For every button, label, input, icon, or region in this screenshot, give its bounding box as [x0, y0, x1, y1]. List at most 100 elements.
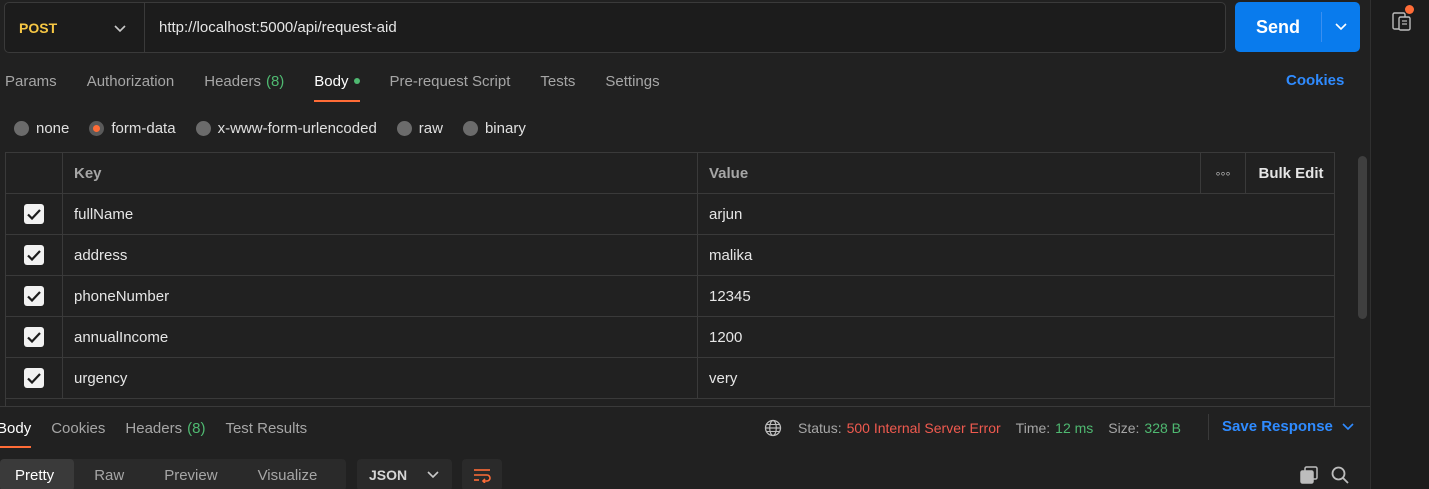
radio-raw-label: raw [418, 119, 443, 137]
chevron-down-icon [1342, 422, 1354, 431]
url-input[interactable] [145, 3, 1225, 52]
wrap-lines-button[interactable] [462, 459, 502, 489]
radio-urlencoded[interactable] [195, 120, 211, 136]
save-response-label: Save Response [1222, 418, 1333, 435]
notification-dot [1405, 5, 1414, 14]
status-label: Status: [798, 420, 842, 436]
row-value[interactable]: 1200 [698, 317, 1334, 357]
checkmark-icon [27, 290, 41, 302]
row-check-cell [6, 358, 63, 398]
response-tab-headers[interactable]: Headers (8) [125, 408, 205, 448]
tab-body[interactable]: Body [314, 60, 360, 102]
row-key[interactable]: urgency [63, 358, 698, 398]
table-row: fullName arjun [6, 194, 1334, 235]
row-checkbox[interactable] [24, 286, 44, 306]
size-label: Size: [1108, 420, 1140, 436]
row-checkbox[interactable] [24, 327, 44, 347]
response-tab-cookies[interactable]: Cookies [51, 408, 105, 448]
row-value[interactable]: very [698, 358, 1334, 398]
time-label: Time: [1015, 420, 1051, 436]
tab-params-label: Params [5, 72, 57, 90]
checkmark-icon [27, 208, 41, 220]
tab-tests[interactable]: Tests [540, 60, 575, 102]
row-checkbox[interactable] [24, 245, 44, 265]
method-select[interactable]: POST [5, 3, 145, 52]
table-row: address malika [6, 235, 1334, 276]
copy-icon[interactable] [1299, 465, 1319, 488]
body-type-form-data[interactable]: form-data [89, 119, 176, 137]
response-tab-test-results[interactable]: Test Results [225, 408, 307, 448]
tab-pre-request-script[interactable]: Pre-request Script [390, 60, 511, 102]
radio-none-label: none [36, 119, 70, 137]
radio-binary[interactable] [462, 120, 478, 136]
tab-authorization[interactable]: Authorization [87, 60, 175, 102]
row-check-cell [6, 235, 63, 275]
table-scrollbar[interactable] [1358, 156, 1367, 319]
row-key[interactable]: fullName [63, 194, 698, 234]
tab-body-label: Body [314, 72, 349, 90]
size-value[interactable]: 328 B [1144, 420, 1181, 436]
radio-none[interactable] [14, 120, 29, 136]
tab-pre-request-label: Pre-request Script [389, 72, 511, 90]
tab-headers-label: Headers [204, 72, 261, 90]
right-sidebar [1370, 0, 1429, 489]
url-bar: POST [4, 2, 1226, 53]
time-value[interactable]: 12 ms [1055, 420, 1093, 436]
view-tab-pretty[interactable]: Pretty [0, 459, 75, 489]
tab-headers[interactable]: Headers (8) [204, 60, 284, 102]
radio-raw[interactable] [396, 120, 412, 136]
send-button[interactable]: Send [1235, 2, 1360, 52]
view-tab-raw[interactable]: Raw [74, 459, 144, 489]
row-key[interactable]: address [63, 235, 698, 275]
radio-binary-label: binary [484, 119, 526, 137]
wrap-lines-icon [472, 467, 492, 483]
row-checkbox[interactable] [24, 204, 44, 224]
method-label: POST [19, 19, 58, 36]
tab-settings-label: Settings [605, 72, 660, 90]
row-key[interactable]: annualIncome [63, 317, 698, 357]
globe-icon[interactable] [764, 419, 782, 437]
response-tab-headers-label: Headers [125, 419, 183, 437]
row-value[interactable]: malika [698, 235, 1334, 275]
table-header-row: Key Value ◦◦◦ Bulk Edit [6, 153, 1334, 194]
checkmark-icon [27, 249, 41, 261]
tab-settings[interactable]: Settings [605, 60, 659, 102]
headers-count: (8) [265, 72, 285, 90]
body-type-options: none form-data x-www-form-urlencoded raw… [14, 116, 546, 140]
table-row: urgency very [6, 358, 1334, 399]
status-value[interactable]: 500 Internal Server Error [847, 420, 1001, 436]
response-view-tabs: Pretty Raw Preview Visualize [0, 459, 346, 489]
row-key[interactable]: phoneNumber [63, 276, 698, 316]
body-type-urlencoded[interactable]: x-www-form-urlencoded [195, 120, 377, 137]
tab-authorization-label: Authorization [86, 72, 175, 90]
radio-form-data[interactable] [89, 120, 105, 136]
bulk-edit-button[interactable]: Bulk Edit [1246, 153, 1334, 193]
request-tabs: Params Authorization Headers (8) Body Pre… [0, 60, 690, 102]
row-value[interactable]: 12345 [698, 276, 1334, 316]
response-tab-body[interactable]: Body [0, 408, 32, 448]
body-type-binary[interactable]: binary [462, 119, 526, 137]
table-row: annualIncome 1200 [6, 317, 1334, 358]
radio-form-data-label: form-data [111, 119, 176, 137]
search-icon[interactable] [1330, 465, 1350, 488]
more-options-icon[interactable]: ◦◦◦ [1200, 153, 1246, 193]
chevron-down-icon [427, 471, 439, 479]
save-response-button[interactable]: Save Response [1222, 418, 1354, 435]
body-type-none[interactable]: none [14, 120, 69, 137]
view-tab-visualize[interactable]: Visualize [238, 459, 338, 489]
format-select[interactable]: JSON [357, 459, 452, 489]
response-divider[interactable] [0, 406, 1370, 407]
body-indicator-dot [353, 78, 360, 84]
cookies-link[interactable]: Cookies [1286, 72, 1344, 89]
row-check-cell [6, 317, 63, 357]
table-row: phoneNumber 12345 [6, 276, 1334, 317]
send-options-chevron-icon[interactable] [1322, 23, 1360, 31]
row-checkbox[interactable] [24, 368, 44, 388]
body-type-raw[interactable]: raw [396, 119, 443, 137]
chevron-down-icon [114, 20, 126, 36]
row-value[interactable]: arjun [698, 194, 1334, 234]
header-check-cell [6, 153, 63, 193]
status-separator [1208, 414, 1209, 440]
view-tab-preview[interactable]: Preview [144, 459, 237, 489]
tab-params[interactable]: Params [5, 60, 57, 102]
